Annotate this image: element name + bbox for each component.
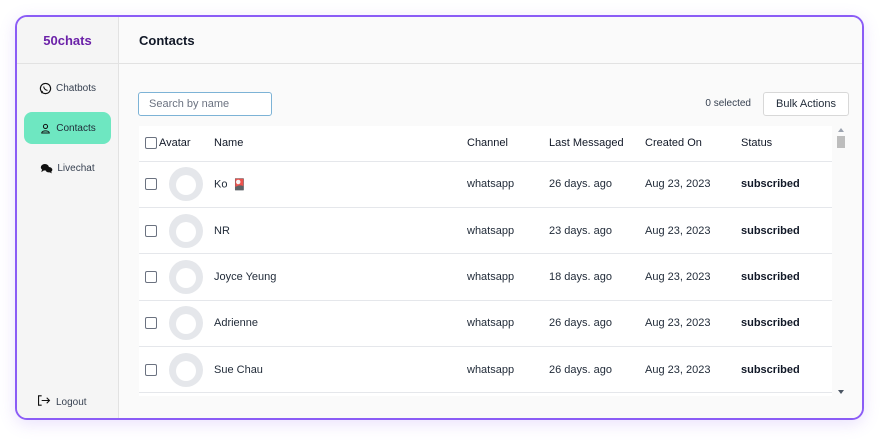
- contact-last-messaged: 26 days. ago: [549, 161, 645, 208]
- scroll-thumb[interactable]: [837, 136, 845, 148]
- contact-name-emoji: 🎴: [232, 178, 247, 191]
- table-row[interactable]: Sue Chau whatsapp 26 days. ago Aug 23, 2…: [139, 346, 832, 394]
- contact-last-messaged: 23 days. ago: [549, 207, 645, 255]
- table-row[interactable]: Adrienne whatsapp 26 days. ago Aug 23, 2…: [139, 300, 832, 348]
- contact-created-on: Aug 23, 2023: [645, 346, 741, 394]
- sidebar-item-label: Chatbots: [55, 82, 97, 94]
- logout-icon: [37, 394, 51, 410]
- sidebar-item-label: Livechat: [57, 162, 95, 174]
- row-checkbox[interactable]: [145, 224, 157, 237]
- sidebar-item-label: Contacts: [56, 122, 96, 134]
- sidebar: 50chats Chatbots Contacts Livechat Logou…: [17, 17, 119, 418]
- brand-logo[interactable]: 50chats: [17, 17, 118, 64]
- contact-name: NR: [214, 224, 230, 237]
- contact-status: subscribed: [741, 161, 832, 208]
- contact-channel: whatsapp: [467, 161, 549, 208]
- column-header-channel[interactable]: Channel: [467, 126, 549, 162]
- row-checkbox[interactable]: [145, 363, 157, 376]
- scroll-down-arrow-icon[interactable]: [838, 390, 844, 394]
- main-content: Contacts 0 selected Bulk Actions Avatar …: [119, 17, 862, 418]
- contact-last-messaged: 26 days. ago: [549, 346, 645, 394]
- column-header-status[interactable]: Status: [741, 126, 832, 162]
- contact-status: subscribed: [741, 346, 832, 394]
- logout-button[interactable]: Logout: [37, 394, 87, 410]
- contact-channel: whatsapp: [467, 300, 549, 348]
- user-icon: [39, 122, 52, 135]
- contact-created-on: Aug 23, 2023: [645, 300, 741, 348]
- toolbar: 0 selected Bulk Actions: [119, 64, 862, 124]
- search-input[interactable]: [138, 92, 272, 116]
- avatar: [169, 306, 203, 341]
- column-header-avatar: Avatar: [159, 126, 214, 162]
- table-row[interactable]: Joyce Yeung whatsapp 18 days. ago Aug 23…: [139, 253, 832, 301]
- contact-channel: whatsapp: [467, 253, 549, 301]
- scroll-up-arrow-icon[interactable]: [838, 128, 844, 132]
- table-header-row: Avatar Name Channel Last Messaged Create…: [139, 126, 832, 162]
- contacts-table: Avatar Name Channel Last Messaged Create…: [139, 126, 832, 396]
- avatar: [169, 259, 203, 294]
- avatar: [169, 352, 203, 387]
- contact-channel: whatsapp: [467, 346, 549, 394]
- table-row[interactable]: Ko 🎴 whatsapp 26 days. ago Aug 23, 2023 s…: [139, 161, 832, 208]
- contact-status: subscribed: [741, 300, 832, 348]
- contact-created-on: Aug 23, 2023: [645, 207, 741, 255]
- contact-name: Sue Chau: [214, 363, 263, 376]
- contact-created-on: Aug 23, 2023: [645, 161, 741, 208]
- contact-name: Ko: [214, 178, 228, 191]
- contact-name: Adrienne: [214, 317, 259, 330]
- contact-channel: whatsapp: [467, 207, 549, 255]
- contact-status: subscribed: [741, 253, 832, 301]
- sidebar-item-contacts[interactable]: Contacts: [24, 112, 111, 144]
- contact-status: subscribed: [741, 207, 832, 255]
- column-header-created-on[interactable]: Created On: [645, 126, 741, 162]
- select-all-checkbox[interactable]: [145, 137, 157, 150]
- app-window: 50chats Chatbots Contacts Livechat Logou…: [15, 15, 864, 420]
- sidebar-item-livechat[interactable]: Livechat: [24, 152, 111, 184]
- selected-count: 0 selected: [705, 98, 751, 109]
- sidebar-nav: Chatbots Contacts Livechat: [17, 64, 118, 184]
- contact-name: Joyce Yeung: [214, 270, 277, 283]
- whatsapp-icon: [39, 82, 52, 95]
- logout-label: Logout: [56, 396, 87, 408]
- column-header-last-messaged[interactable]: Last Messaged: [549, 126, 645, 162]
- row-checkbox[interactable]: [145, 271, 157, 284]
- bulk-actions-button[interactable]: Bulk Actions: [763, 92, 849, 116]
- chat-bubbles-icon: [40, 162, 53, 175]
- contact-last-messaged: 26 days. ago: [549, 300, 645, 348]
- sidebar-item-chatbots[interactable]: Chatbots: [24, 72, 111, 104]
- contact-created-on: Aug 23, 2023: [645, 253, 741, 301]
- table-row[interactable]: NR whatsapp 23 days. ago Aug 23, 2023 su…: [139, 207, 832, 255]
- page-title: Contacts: [119, 17, 862, 64]
- avatar: [169, 167, 203, 202]
- row-checkbox[interactable]: [145, 317, 157, 330]
- table-scrollbar[interactable]: [836, 126, 846, 396]
- column-header-name[interactable]: Name: [214, 126, 467, 162]
- contact-last-messaged: 18 days. ago: [549, 253, 645, 301]
- row-checkbox[interactable]: [145, 178, 157, 191]
- avatar: [169, 213, 203, 248]
